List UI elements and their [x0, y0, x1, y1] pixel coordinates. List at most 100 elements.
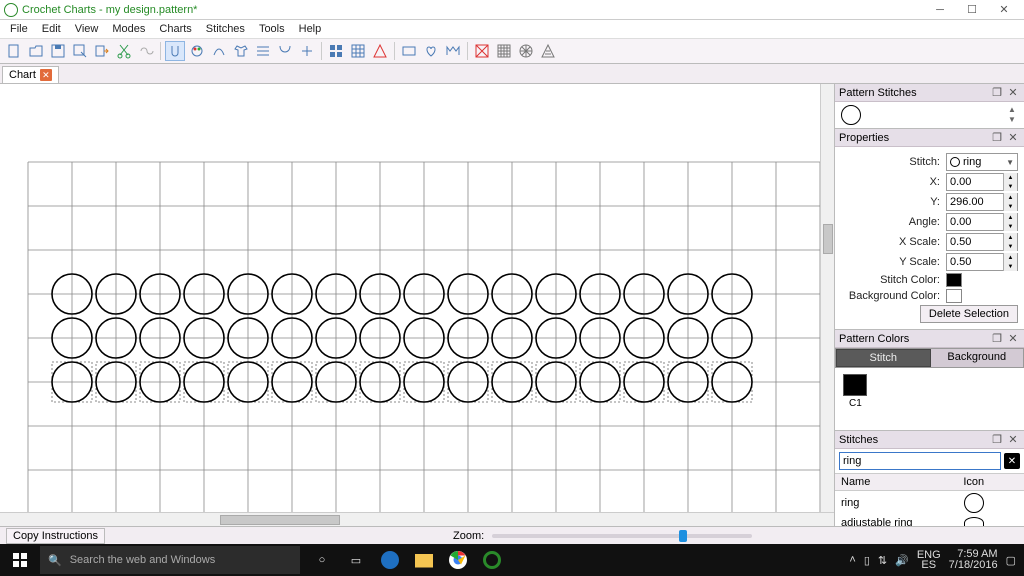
zoom-slider[interactable]: [492, 534, 752, 538]
undock-icon[interactable]: ❐: [990, 86, 1004, 100]
minimize-button[interactable]: ─: [924, 1, 956, 19]
clock[interactable]: 7:59 AM 7/18/2016: [949, 549, 998, 571]
increase-icon[interactable]: [297, 41, 317, 61]
spin-down-icon[interactable]: ▼: [1003, 262, 1017, 271]
taskbar-search[interactable]: 🔍 Search the web and Windows: [40, 546, 300, 574]
edge-icon[interactable]: [378, 548, 402, 572]
menu-file[interactable]: File: [4, 22, 34, 36]
spin-down-icon[interactable]: ▼: [1003, 202, 1017, 211]
close-button[interactable]: ✕: [988, 1, 1020, 19]
export-icon[interactable]: [92, 41, 112, 61]
stitch-list-item[interactable]: ring: [835, 491, 1024, 515]
rows-icon[interactable]: [253, 41, 273, 61]
color-c1-swatch[interactable]: [843, 374, 867, 396]
angle-input[interactable]: [947, 216, 1003, 228]
spin-down-icon[interactable]: ▼: [1003, 182, 1017, 191]
heart-icon[interactable]: [421, 41, 441, 61]
spin-up-icon[interactable]: ▲: [1003, 193, 1017, 202]
tray-chevron-icon[interactable]: ˄: [849, 554, 855, 566]
start-button[interactable]: [0, 544, 40, 576]
tray-network-icon[interactable]: ⇅: [878, 554, 887, 567]
menu-edit[interactable]: Edit: [36, 22, 67, 36]
triangle-icon[interactable]: [370, 41, 390, 61]
menu-tools[interactable]: Tools: [253, 22, 291, 36]
save-as-icon[interactable]: [70, 41, 90, 61]
tab-background-color[interactable]: Background: [931, 349, 1024, 367]
triangle2-icon[interactable]: [538, 41, 558, 61]
close-panel-icon[interactable]: ✕: [1006, 86, 1020, 100]
adjustable-ring-icon: [964, 517, 984, 526]
close-tab-icon[interactable]: ✕: [40, 69, 52, 81]
tab-chart[interactable]: Chart ✕: [2, 66, 59, 83]
undock-icon[interactable]: ❐: [990, 131, 1004, 145]
panel-title-stitches: Stitches: [839, 434, 878, 446]
cortana-icon[interactable]: ○: [310, 548, 334, 572]
open-icon[interactable]: [26, 41, 46, 61]
search-placeholder: Search the web and Windows: [70, 554, 216, 566]
spin-up-icon[interactable]: ▲: [1003, 173, 1017, 182]
wheel-icon[interactable]: [516, 41, 536, 61]
stitchcolor-swatch[interactable]: [946, 273, 962, 287]
spin-down-icon[interactable]: ▼: [1003, 242, 1017, 251]
copy-instructions-button[interactable]: Copy Instructions: [6, 528, 105, 544]
color-tool-icon[interactable]: [187, 41, 207, 61]
stitch-search-input[interactable]: [839, 452, 1001, 470]
app-taskbar-icon[interactable]: [480, 548, 504, 572]
mini-scrollbar[interactable]: ▲▼: [1006, 105, 1018, 125]
bgcolor-swatch[interactable]: [946, 289, 962, 303]
grid4-icon[interactable]: [326, 41, 346, 61]
delete-selection-button[interactable]: Delete Selection: [920, 305, 1018, 323]
menu-stitches[interactable]: Stitches: [200, 22, 251, 36]
stitch-tool-icon[interactable]: [165, 41, 185, 61]
spin-up-icon[interactable]: ▲: [1003, 233, 1017, 242]
canvas-hscrollbar[interactable]: [0, 512, 834, 526]
ring-mini-icon: [950, 157, 960, 167]
menu-modes[interactable]: Modes: [106, 22, 151, 36]
grid-icon[interactable]: [494, 41, 514, 61]
chart-canvas[interactable]: [0, 84, 834, 512]
menu-view[interactable]: View: [69, 22, 105, 36]
x-input[interactable]: [947, 176, 1003, 188]
close-panel-icon[interactable]: ✕: [1006, 433, 1020, 447]
stitch-select[interactable]: ring ▼: [946, 153, 1018, 171]
action-center-icon[interactable]: ▢: [1006, 554, 1016, 567]
y-input[interactable]: [947, 196, 1003, 208]
decrease-icon[interactable]: [275, 41, 295, 61]
undock-icon[interactable]: ❐: [990, 433, 1004, 447]
spin-down-icon[interactable]: ▼: [1003, 222, 1017, 231]
close-panel-icon[interactable]: ✕: [1006, 131, 1020, 145]
save-icon[interactable]: [48, 41, 68, 61]
tray-volume-icon[interactable]: 🔊: [895, 554, 909, 567]
rect-icon[interactable]: [399, 41, 419, 61]
mshape-icon[interactable]: [443, 41, 463, 61]
xscale-input[interactable]: [947, 236, 1003, 248]
chrome-icon[interactable]: [446, 548, 470, 572]
shirt-icon[interactable]: [231, 41, 251, 61]
explorer-icon[interactable]: [412, 548, 436, 572]
clear-search-icon[interactable]: [1004, 453, 1020, 469]
menu-help[interactable]: Help: [293, 22, 328, 36]
tab-stitch-color[interactable]: Stitch: [836, 349, 931, 367]
pattern-icon[interactable]: [348, 41, 368, 61]
zoom-label: Zoom:: [453, 530, 484, 542]
tray-battery-icon[interactable]: ▯: [864, 554, 870, 567]
stitch-list-item[interactable]: adjustable ring: [835, 515, 1024, 526]
link-icon[interactable]: [136, 41, 156, 61]
yscale-input[interactable]: [947, 256, 1003, 268]
spin-up-icon[interactable]: ▲: [1003, 253, 1017, 262]
close-panel-icon[interactable]: ✕: [1006, 332, 1020, 346]
taskview-icon[interactable]: ▭: [344, 548, 368, 572]
menu-charts[interactable]: Charts: [153, 22, 197, 36]
maximize-button[interactable]: ☐: [956, 1, 988, 19]
bgcolor-label: Background Color:: [841, 290, 946, 302]
ring-stitch-icon[interactable]: [841, 105, 861, 125]
language-indicator[interactable]: ENG ES: [917, 550, 941, 570]
guides-icon[interactable]: [472, 41, 492, 61]
draw-tool-icon[interactable]: [209, 41, 229, 61]
new-file-icon[interactable]: [4, 41, 24, 61]
undock-icon[interactable]: ❐: [990, 332, 1004, 346]
statusbar: Copy Instructions Zoom:: [0, 526, 1024, 544]
cut-icon[interactable]: [114, 41, 134, 61]
spin-up-icon[interactable]: ▲: [1003, 213, 1017, 222]
canvas-vscrollbar[interactable]: [820, 84, 834, 512]
